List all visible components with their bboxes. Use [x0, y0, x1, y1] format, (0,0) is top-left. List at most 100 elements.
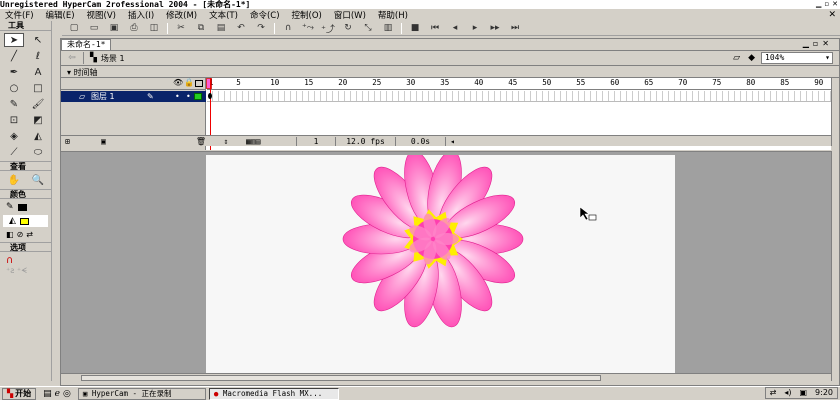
- redo-icon[interactable]: ↷: [254, 22, 268, 34]
- task-hypercam[interactable]: ▣ HyperCam - 正在录制: [77, 387, 206, 400]
- rewind-icon[interactable]: ⏮: [428, 22, 442, 34]
- new-file-icon[interactable]: ▢: [67, 22, 81, 34]
- task-flash[interactable]: ● Macromedia Flash MX...: [208, 387, 339, 400]
- step-forward-icon[interactable]: ▸▸: [488, 22, 502, 34]
- fill-transform-tool-icon[interactable]: ◩: [28, 113, 48, 127]
- play-icon[interactable]: ▸: [468, 22, 482, 34]
- insert-layer-icon[interactable]: ⊞: [61, 137, 101, 146]
- edit-scene-icon[interactable]: ▱: [733, 53, 740, 63]
- lock-icon[interactable]: 🔒: [184, 78, 194, 87]
- oval-tool-icon[interactable]: ○: [4, 81, 24, 95]
- doc-close-icon[interactable]: ✕: [822, 39, 833, 48]
- stage-horizontal-scrollbar[interactable]: [61, 373, 831, 382]
- copy-icon[interactable]: ⧉: [194, 22, 208, 34]
- layer-lock-dot[interactable]: •: [186, 91, 191, 102]
- fill-color-swatch[interactable]: [19, 217, 29, 225]
- delete-layer-icon[interactable]: 🗑: [141, 137, 206, 146]
- text-tool-icon[interactable]: A: [28, 65, 48, 79]
- brush-tool-icon[interactable]: 🖌: [28, 97, 48, 111]
- hand-tool-icon[interactable]: ✋: [4, 173, 24, 187]
- cut-icon[interactable]: ✂: [174, 22, 188, 34]
- menu-insert[interactable]: 插入(I): [127, 9, 155, 21]
- menu-view[interactable]: 视图(V): [86, 9, 117, 21]
- straighten-icon[interactable]: ⁺⤴: [321, 22, 335, 35]
- document-tab[interactable]: 未命名-1*: [61, 39, 112, 50]
- undo-icon[interactable]: ↶: [234, 22, 248, 34]
- flower-graphic[interactable]: [206, 150, 675, 373]
- outline-icon[interactable]: [195, 80, 203, 87]
- frame-ruler[interactable]: 151015202530354045505560657075808590: [207, 78, 831, 90]
- open-file-icon[interactable]: ▭: [87, 22, 101, 34]
- eyedropper-tool-icon[interactable]: ⟋: [4, 145, 24, 159]
- zoom-select[interactable]: 104% ▾: [761, 52, 833, 64]
- save-icon[interactable]: ▣: [107, 22, 121, 34]
- tray-app-icon[interactable]: ▣: [799, 388, 807, 398]
- free-transform-tool-icon[interactable]: ⊡: [4, 113, 24, 127]
- go-end-icon[interactable]: ⏭: [508, 22, 522, 34]
- menu-help[interactable]: 帮助(H): [377, 9, 409, 21]
- menu-edit[interactable]: 编辑(E): [45, 9, 76, 21]
- rectangle-tool-icon[interactable]: □: [28, 81, 48, 95]
- magnet-icon[interactable]: ∩: [6, 255, 45, 266]
- no-color-icon[interactable]: ⊘: [17, 230, 24, 239]
- minimize-icon[interactable]: ▁: [816, 0, 821, 9]
- ink-bottle-tool-icon[interactable]: ◈: [4, 129, 24, 143]
- add-folder-icon[interactable]: ▣: [101, 137, 141, 146]
- keyframe[interactable]: [208, 93, 212, 99]
- subselect-tool-icon[interactable]: ↖: [28, 33, 48, 47]
- arrow-tool-icon[interactable]: ➤: [4, 33, 24, 47]
- line-tool-icon[interactable]: ╱: [4, 49, 24, 63]
- layer-visible-dot[interactable]: •: [175, 91, 180, 102]
- timeline-scrollbar[interactable]: [831, 78, 839, 146]
- scroll-thumb[interactable]: [81, 375, 601, 381]
- stroke-color-swatch[interactable]: [17, 203, 27, 211]
- smooth-icon[interactable]: ⁺⤳: [301, 22, 315, 34]
- layer-row[interactable]: ▱ 图层 1 ✎ • •: [61, 91, 206, 102]
- doc-minimize-icon[interactable]: ▁: [803, 39, 813, 48]
- volume-icon[interactable]: ◂): [784, 388, 791, 398]
- zoom-tool-icon[interactable]: 🔍: [28, 173, 48, 187]
- paint-bucket-tool-icon[interactable]: ◭: [28, 129, 48, 143]
- menu-modify[interactable]: 修改(M): [165, 9, 198, 21]
- close-icon[interactable]: ✕: [832, 0, 838, 9]
- frames-row[interactable]: [207, 91, 831, 102]
- eye-icon[interactable]: 👁: [173, 78, 183, 87]
- center-frame-icon[interactable]: ⇕: [206, 137, 246, 146]
- print-icon[interactable]: ⎙: [127, 22, 141, 34]
- menu-control[interactable]: 控制(O): [291, 9, 323, 21]
- stop-icon[interactable]: ■: [408, 22, 422, 34]
- menu-window[interactable]: 窗口(W): [333, 9, 367, 21]
- snap-magnet-icon[interactable]: ∩: [281, 22, 295, 34]
- playhead-marker[interactable]: [206, 78, 212, 89]
- swap-colors-icon[interactable]: ⇄: [26, 230, 33, 239]
- onion-skin-icon[interactable]: ▦▥▤: [246, 137, 296, 146]
- quicklaunch-desktop-icon[interactable]: ▤: [43, 389, 52, 399]
- doc-maximize-icon[interactable]: ▫: [813, 39, 822, 48]
- menu-commands[interactable]: 命令(C): [249, 9, 281, 21]
- edit-symbols-icon[interactable]: ◆: [748, 53, 755, 63]
- timeline-header[interactable]: ▾ 时间轴: [61, 67, 839, 78]
- back-arrow-icon[interactable]: ⇦: [61, 53, 83, 63]
- align-icon[interactable]: ▥: [381, 22, 395, 34]
- print-preview-icon[interactable]: ◫: [147, 22, 161, 34]
- stage-canvas[interactable]: [206, 150, 675, 373]
- stage-vertical-scrollbar[interactable]: [831, 151, 839, 381]
- paste-icon[interactable]: ▤: [214, 22, 228, 34]
- start-button[interactable]: ▚ 开始: [2, 387, 37, 400]
- scale-icon[interactable]: ⤡: [361, 22, 375, 34]
- pencil-tool-icon[interactable]: ✎: [4, 97, 24, 111]
- network-icon[interactable]: ⇄: [770, 388, 777, 398]
- step-back-icon[interactable]: ◂: [448, 22, 462, 34]
- scene-label[interactable]: 场景 1: [101, 53, 125, 64]
- quicklaunch-ie-icon[interactable]: ℯ: [55, 389, 60, 399]
- menu-text[interactable]: 文本(T): [208, 9, 239, 21]
- lasso-tool-icon[interactable]: ℓ: [28, 49, 48, 63]
- scroll-left-icon[interactable]: ◂: [446, 137, 455, 146]
- pen-tool-icon[interactable]: ✒: [4, 65, 24, 79]
- maximize-icon[interactable]: ▫: [824, 0, 829, 9]
- doc-close-icon[interactable]: ✕: [828, 9, 836, 21]
- layer-outline-color[interactable]: [194, 93, 202, 100]
- black-white-icon[interactable]: ◧: [6, 230, 14, 239]
- menu-file[interactable]: 文件(F): [4, 9, 35, 21]
- quicklaunch-media-icon[interactable]: ◎: [63, 389, 71, 399]
